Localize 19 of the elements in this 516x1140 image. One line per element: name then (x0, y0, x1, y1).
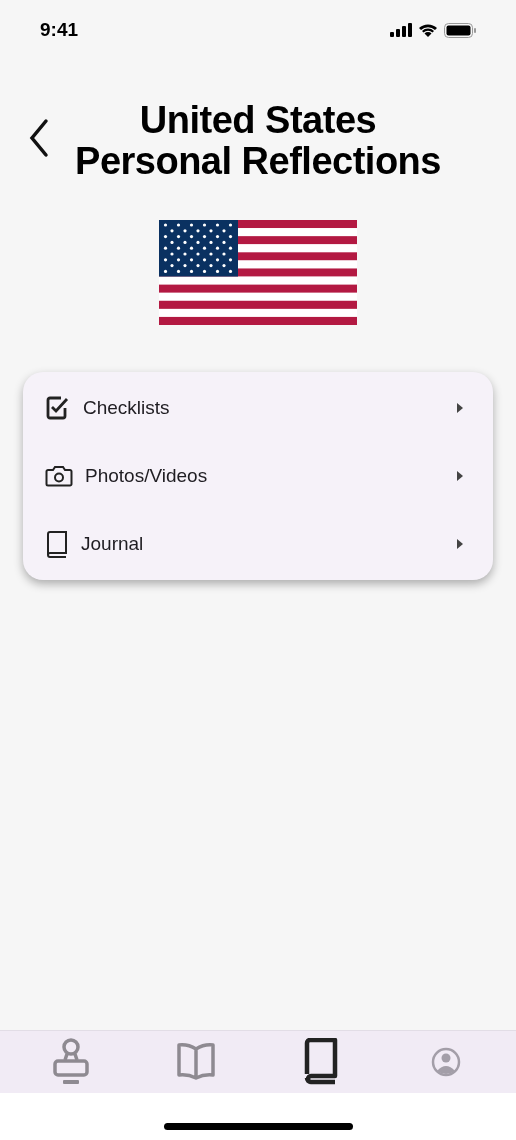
book-icon (45, 530, 69, 558)
chevron-icon (457, 539, 463, 549)
menu-item[interactable]: Photos/Videos (23, 442, 493, 510)
open-book-icon (175, 1041, 216, 1083)
checkbox-icon (45, 395, 71, 421)
back-icon (28, 118, 50, 158)
profile-icon (430, 1047, 461, 1077)
chevron-icon (457, 471, 463, 481)
menu-item[interactable]: Journal (23, 510, 493, 578)
status-time: 9:41 (40, 17, 79, 42)
chevron-icon (457, 403, 463, 413)
wifi-icon (418, 23, 438, 37)
stamp-icon (52, 1038, 89, 1086)
menu-item[interactable]: Checklists (23, 374, 493, 442)
signal-icon (390, 23, 412, 37)
flag-icon (159, 220, 357, 325)
page-title: United States Personal Reflections (75, 100, 441, 182)
battery-icon (444, 22, 476, 38)
camera-icon (45, 464, 73, 488)
